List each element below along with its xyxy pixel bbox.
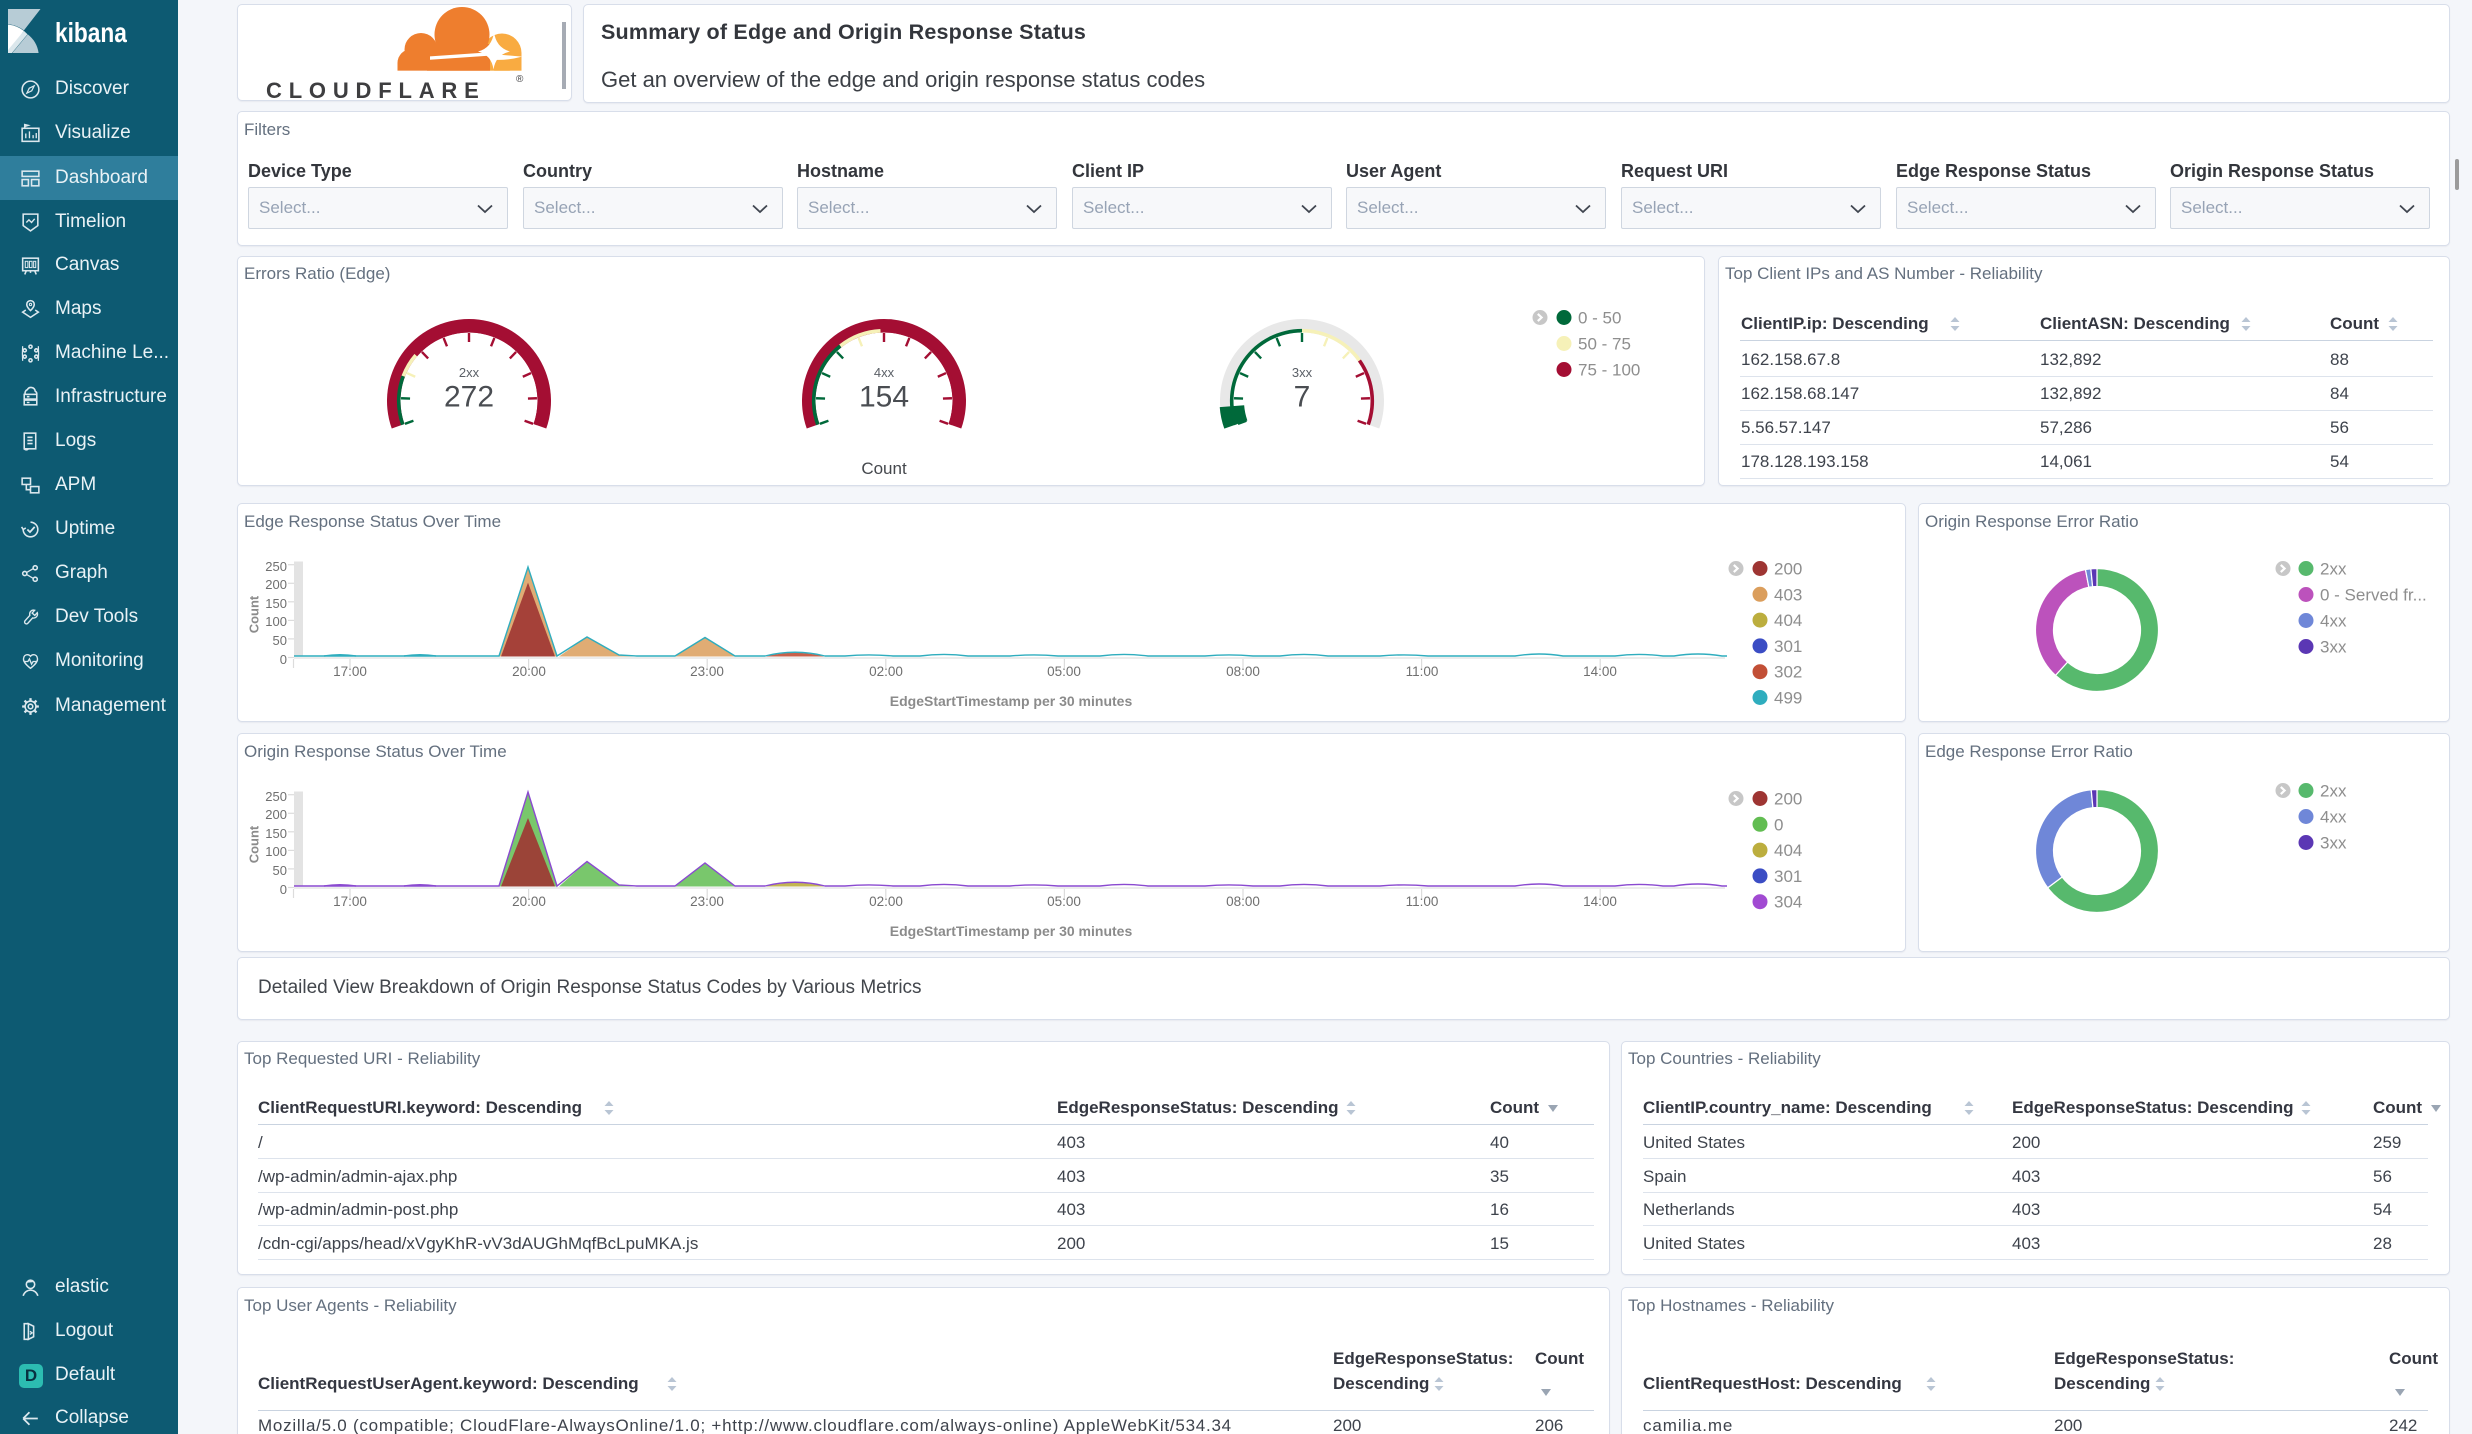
svg-text:302: 302 <box>1774 663 1802 682</box>
svg-text:404: 404 <box>1774 841 1802 860</box>
svg-text:404: 404 <box>1774 611 1802 630</box>
svg-text:0: 0 <box>1774 815 1783 834</box>
svg-text:3xx: 3xx <box>2320 834 2347 853</box>
svg-text:499: 499 <box>1774 689 1802 708</box>
svg-text:50 - 75: 50 - 75 <box>1578 335 1631 354</box>
svg-text:Count: Count <box>861 459 907 478</box>
svg-text:CLOUDFLARE: CLOUDFLARE <box>266 78 486 101</box>
svg-text:2xx: 2xx <box>2320 782 2347 801</box>
svg-text:272: 272 <box>444 381 494 414</box>
svg-text:7: 7 <box>1294 381 1311 414</box>
svg-text:0 - 50: 0 - 50 <box>1578 309 1621 328</box>
svg-text:304: 304 <box>1774 893 1802 912</box>
svg-text:®: ® <box>516 74 524 85</box>
svg-text:301: 301 <box>1774 637 1802 656</box>
svg-text:301: 301 <box>1774 867 1802 886</box>
svg-text:403: 403 <box>1774 585 1802 604</box>
svg-text:4xx: 4xx <box>874 365 895 380</box>
svg-text:4xx: 4xx <box>2320 808 2347 827</box>
svg-text:2xx: 2xx <box>2320 560 2347 579</box>
svg-text:154: 154 <box>859 381 909 414</box>
svg-text:4xx: 4xx <box>2320 612 2347 631</box>
svg-text:3xx: 3xx <box>2320 638 2347 657</box>
svg-text:200: 200 <box>1774 560 1802 579</box>
svg-text:2xx: 2xx <box>459 365 480 380</box>
svg-text:3xx: 3xx <box>1292 365 1313 380</box>
svg-text:200: 200 <box>1774 790 1802 809</box>
svg-text:0 - Served fr...: 0 - Served fr... <box>2320 586 2427 605</box>
svg-text:75 - 100: 75 - 100 <box>1578 361 1640 380</box>
